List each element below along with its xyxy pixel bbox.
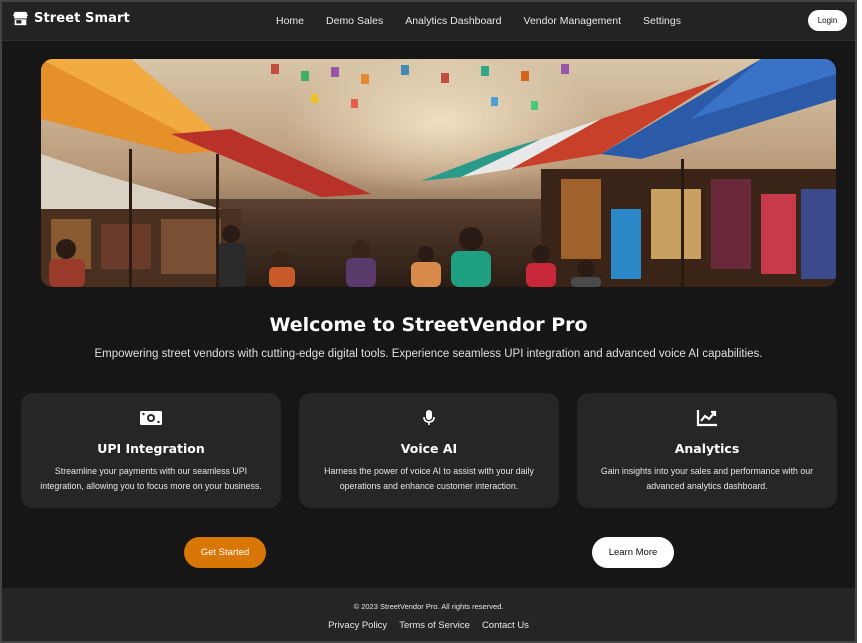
- terms-of-service-link[interactable]: Terms of Service: [399, 620, 470, 631]
- microphone-icon: [423, 410, 435, 425]
- feature-title: UPI Integration: [97, 441, 205, 456]
- contact-us-link[interactable]: Contact Us: [482, 620, 529, 631]
- page-subtitle: Empowering street vendors with cutting-e…: [94, 348, 763, 360]
- nav-analytics-dashboard[interactable]: Analytics Dashboard: [405, 15, 501, 27]
- feature-card-analytics: Analytics Gain insights into your sales …: [577, 393, 837, 508]
- copyright-text: © 2023 StreetVendor Pro. All rights rese…: [353, 602, 504, 611]
- nav-settings[interactable]: Settings: [643, 15, 681, 27]
- footer: © 2023 StreetVendor Pro. All rights rese…: [2, 588, 855, 641]
- feature-description: Gain insights into your sales and perfor…: [600, 466, 814, 491]
- brand-name: Street Smart: [34, 11, 130, 26]
- footer-links: Privacy Policy Terms of Service Contact …: [2, 620, 855, 631]
- feature-title: Analytics: [674, 441, 740, 456]
- main-nav: Home Demo Sales Analytics Dashboard Vend…: [276, 15, 703, 27]
- feature-card-upi: UPI Integration Streamline your payments…: [21, 393, 281, 508]
- page-title: Welcome to StreetVendor Pro: [269, 314, 588, 336]
- feature-description: Streamline your payments with our seamle…: [40, 466, 262, 491]
- money-icon: [140, 411, 162, 425]
- top-navbar: Street Smart Home Demo Sales Analytics D…: [2, 2, 855, 41]
- hero-image: [41, 59, 836, 287]
- chart-line-icon: [696, 410, 717, 427]
- feature-title: Voice AI: [400, 441, 458, 456]
- feature-description: Harness the power of voice AI to assist …: [324, 466, 534, 491]
- brand[interactable]: Street Smart: [12, 11, 130, 26]
- nav-demo-sales[interactable]: Demo Sales: [326, 15, 383, 27]
- login-button[interactable]: Login: [808, 10, 847, 31]
- learn-more-button[interactable]: Learn More: [592, 537, 674, 568]
- feature-cards: UPI Integration Streamline your payments…: [21, 393, 837, 508]
- feature-card-voice-ai: Voice AI Harness the power of voice AI t…: [299, 393, 559, 508]
- street-market-illustration: [41, 59, 836, 287]
- app-frame: Street Smart Home Demo Sales Analytics D…: [0, 0, 857, 643]
- get-started-button[interactable]: Get Started: [184, 537, 266, 568]
- store-icon: [13, 11, 28, 26]
- nav-vendor-management[interactable]: Vendor Management: [524, 15, 621, 27]
- privacy-policy-link[interactable]: Privacy Policy: [328, 620, 387, 631]
- nav-home[interactable]: Home: [276, 15, 304, 27]
